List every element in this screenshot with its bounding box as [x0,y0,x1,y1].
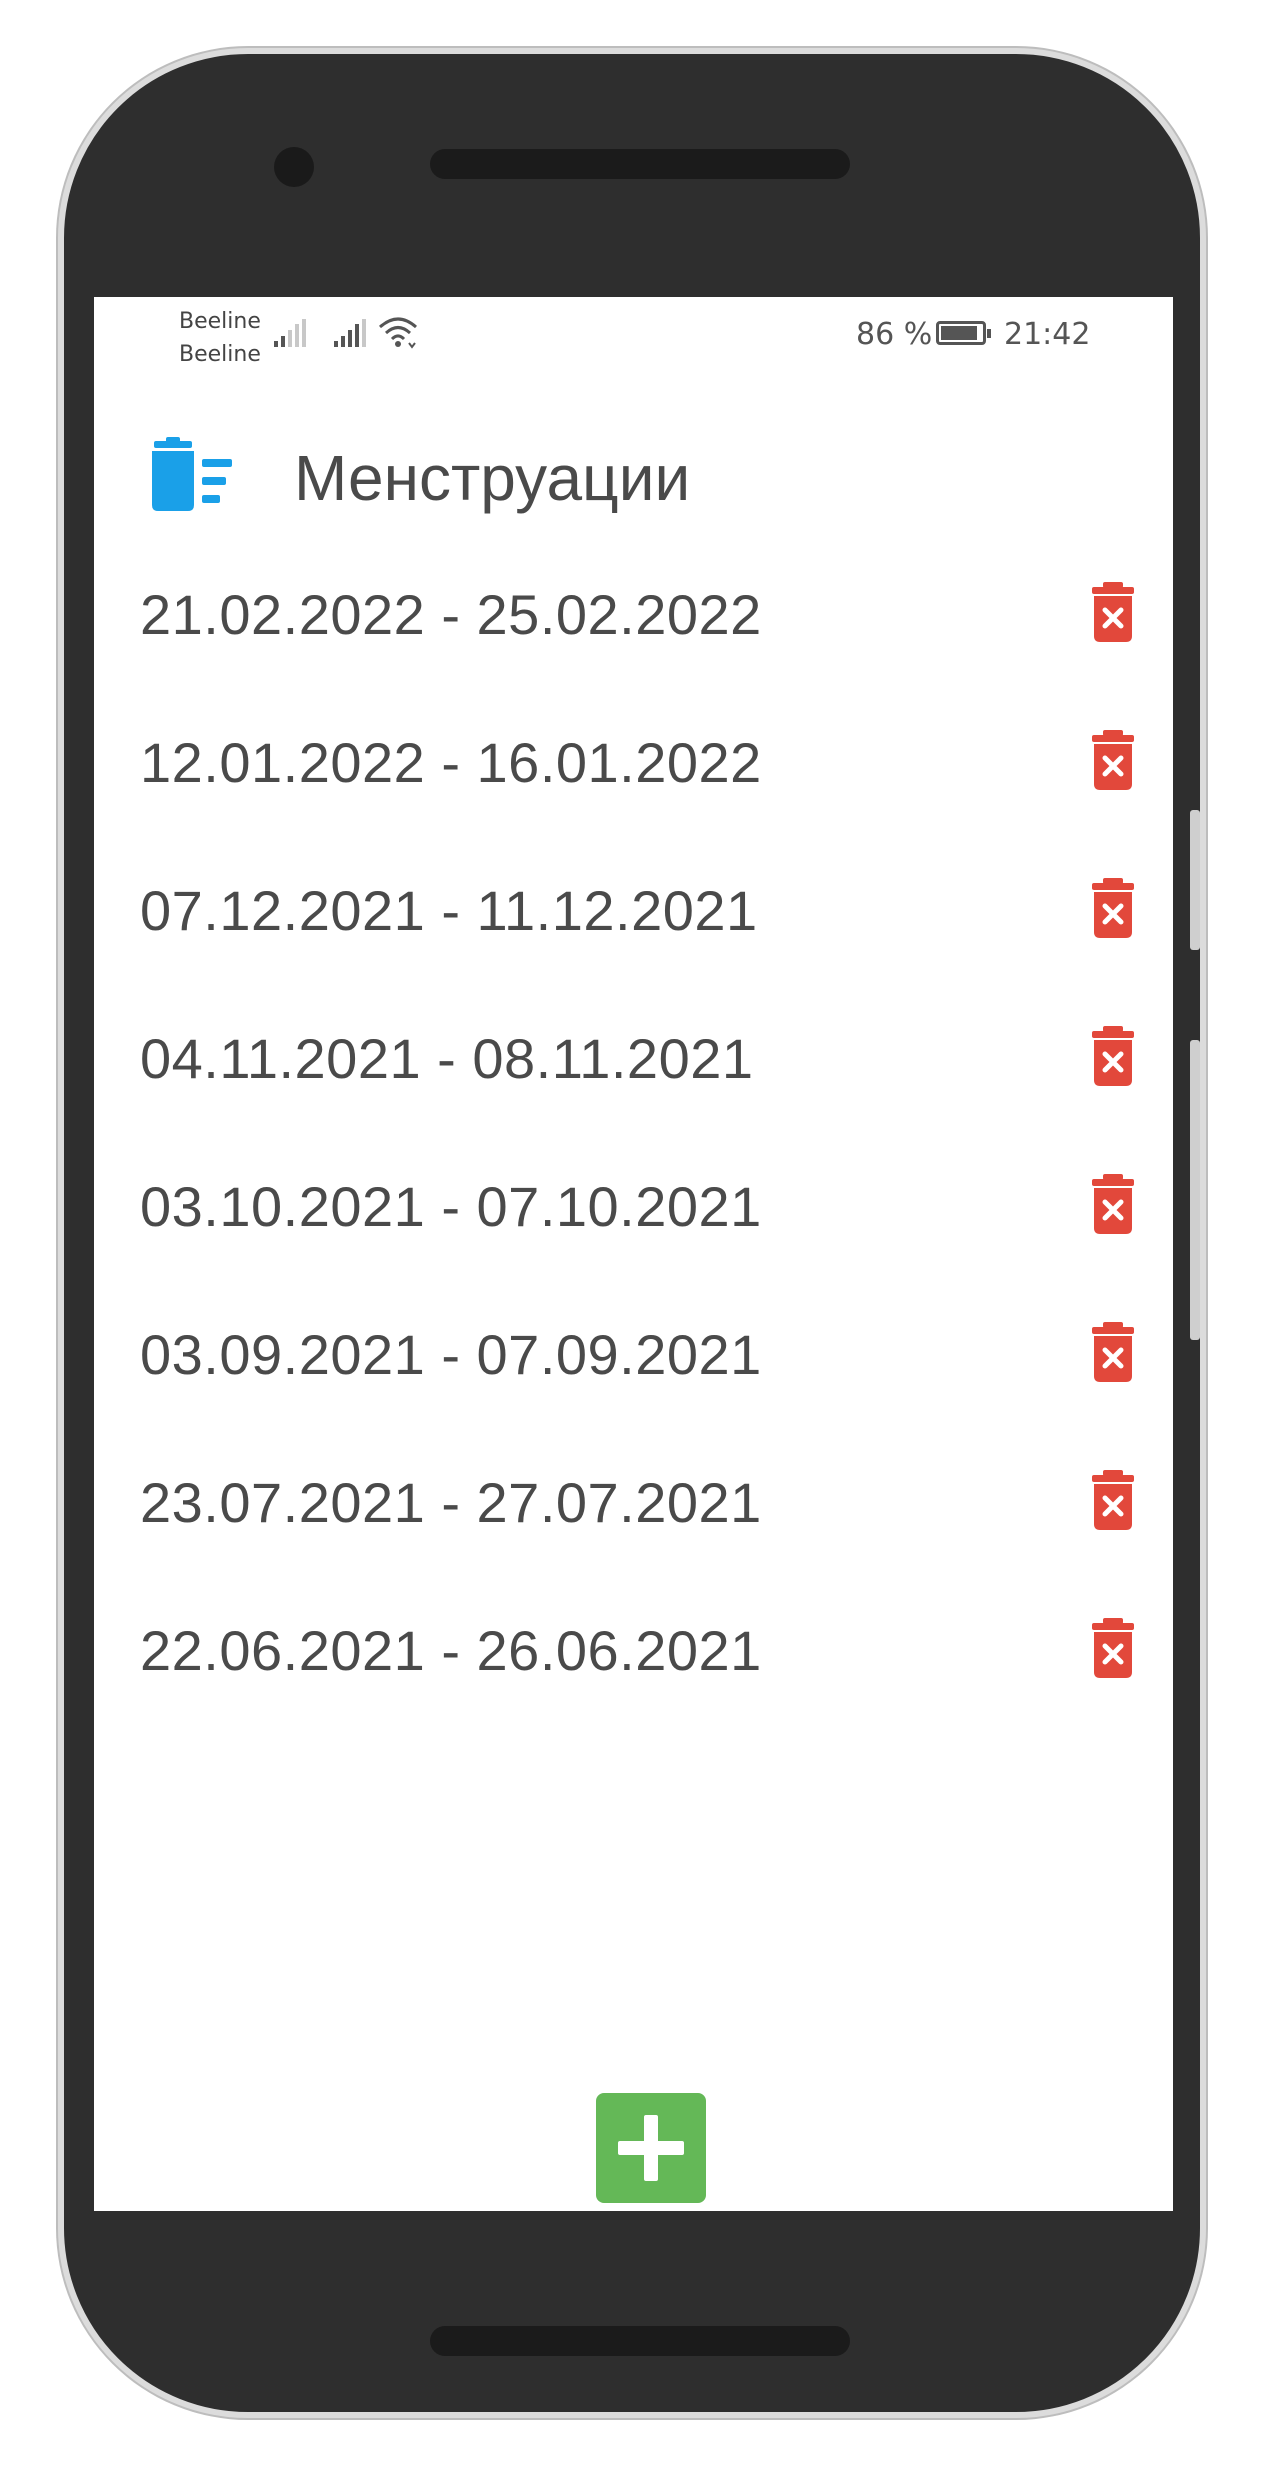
period-list: 21.02.2022 - 25.02.2022 12.01.2022 - 16.0… [94,542,1173,1726]
carrier-labels: Beeline Beeline [179,305,261,371]
app-screen: Beeline Beeline 86 % 21:42 Менструации 2… [94,297,1173,2211]
delete-button[interactable] [1089,878,1137,938]
signal-strength-icon-2 [334,319,366,347]
list-trash-icon [152,437,232,511]
period-range: 07.12.2021 - 11.12.2021 [140,879,758,942]
signal-strength-icon-1 [274,319,306,347]
clock: 21:42 [1004,317,1091,352]
battery-icon [936,321,991,345]
trash-x-icon [1092,1470,1134,1530]
delete-button[interactable] [1089,1618,1137,1678]
trash-x-icon [1092,878,1134,938]
list-item[interactable]: 23.07.2021 - 27.07.2021 [94,1430,1173,1578]
status-bar: Beeline Beeline 86 % 21:42 [94,297,1173,377]
delete-button[interactable] [1089,582,1137,642]
period-range: 21.02.2022 - 25.02.2022 [140,583,762,646]
app-header: Менструации [94,407,1173,547]
list-item[interactable]: 12.01.2022 - 16.01.2022 [94,690,1173,838]
period-range: 03.10.2021 - 07.10.2021 [140,1175,762,1238]
trash-x-icon [1092,1174,1134,1234]
power-button [1190,1040,1200,1340]
period-range: 04.11.2021 - 08.11.2021 [140,1027,754,1090]
list-item[interactable]: 03.09.2021 - 07.09.2021 [94,1282,1173,1430]
carrier-label-1: Beeline [179,309,261,334]
add-period-button[interactable] [596,2093,706,2203]
delete-button[interactable] [1089,730,1137,790]
trash-x-icon [1092,1026,1134,1086]
list-item[interactable]: 03.10.2021 - 07.10.2021 [94,1134,1173,1282]
list-item[interactable]: 04.11.2021 - 08.11.2021 [94,986,1173,1134]
delete-button[interactable] [1089,1174,1137,1234]
period-range: 03.09.2021 - 07.09.2021 [140,1323,762,1386]
carrier-label-2: Beeline [179,342,261,367]
trash-x-icon [1092,1618,1134,1678]
wifi-icon [379,317,417,349]
bottom-speaker [430,2326,850,2356]
volume-button [1190,810,1200,950]
trash-x-icon [1092,582,1134,642]
list-item[interactable]: 21.02.2022 - 25.02.2022 [94,542,1173,690]
trash-x-icon [1092,730,1134,790]
front-camera [274,147,314,187]
period-range: 22.06.2021 - 26.06.2021 [140,1619,762,1682]
list-item[interactable]: 07.12.2021 - 11.12.2021 [94,838,1173,986]
delete-button[interactable] [1089,1470,1137,1530]
battery-percent: 86 % [856,317,933,352]
trash-x-icon [1092,1322,1134,1382]
period-range: 12.01.2022 - 16.01.2022 [140,731,762,794]
list-item[interactable]: 22.06.2021 - 26.06.2021 [94,1578,1173,1726]
page-title: Менструации [294,442,691,514]
delete-button[interactable] [1089,1322,1137,1382]
earpiece-speaker [430,149,850,179]
delete-button[interactable] [1089,1026,1137,1086]
period-range: 23.07.2021 - 27.07.2021 [140,1471,762,1534]
